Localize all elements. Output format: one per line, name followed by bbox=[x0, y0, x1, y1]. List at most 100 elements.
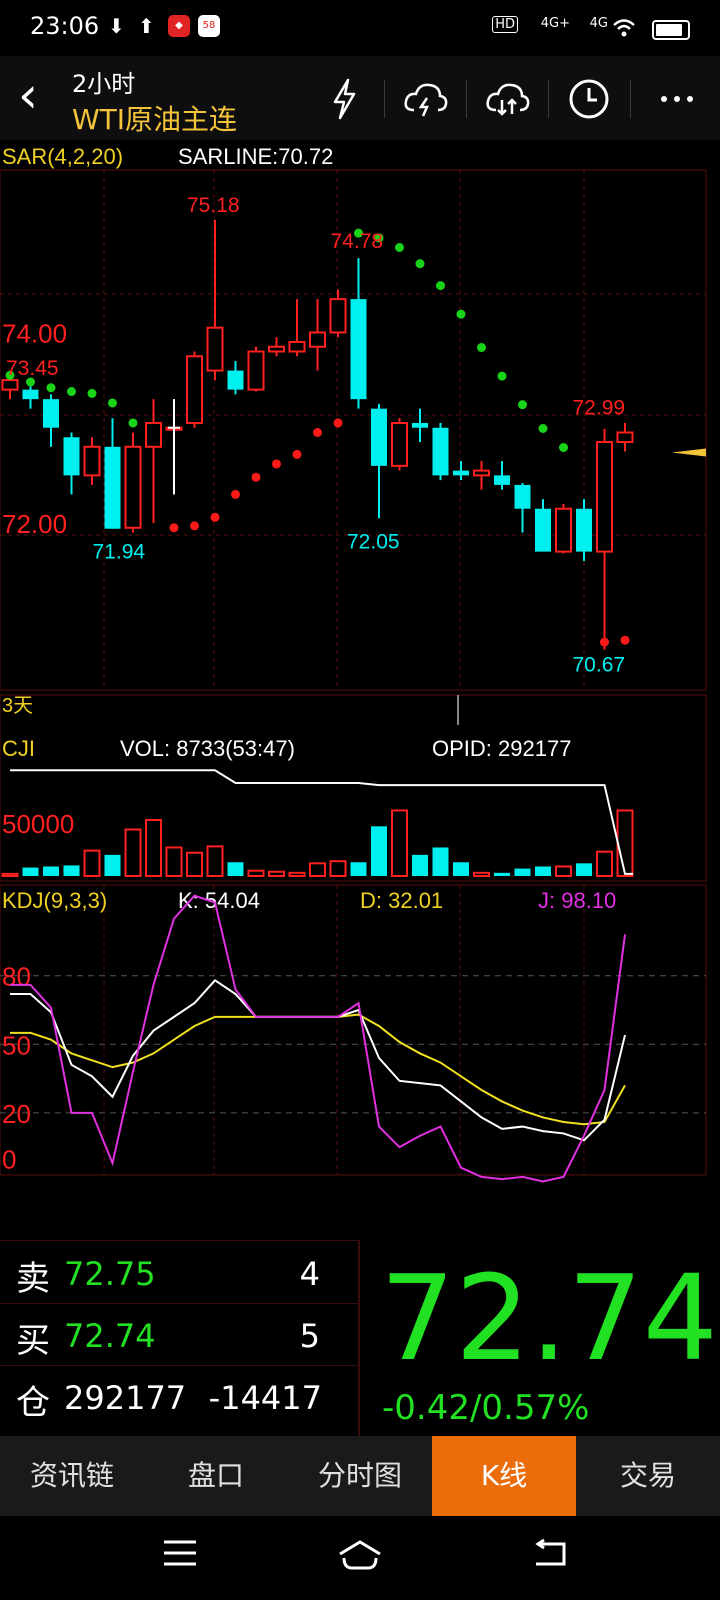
volume-bar bbox=[596, 850, 613, 878]
volume-bar bbox=[453, 862, 469, 876]
sar-dot bbox=[108, 398, 117, 408]
volume-bar bbox=[494, 872, 510, 876]
candle-body bbox=[555, 507, 572, 553]
header: ‹ 2小时 WTI原油主连 bbox=[0, 56, 720, 140]
sar-dot bbox=[436, 281, 445, 291]
kdj-tick-label: 0 bbox=[2, 1145, 16, 1175]
candle-body bbox=[145, 421, 162, 448]
sar-dot bbox=[46, 383, 56, 393]
sar-dot bbox=[210, 512, 220, 522]
candle-body bbox=[247, 350, 265, 391]
sar-dot bbox=[190, 521, 199, 531]
sar-dot bbox=[128, 418, 138, 428]
candle-body bbox=[186, 355, 203, 424]
volume-bar bbox=[227, 862, 244, 876]
ask-label: 卖 bbox=[16, 1259, 50, 1299]
volume-bar bbox=[165, 846, 183, 878]
menu-icon[interactable] bbox=[162, 1538, 198, 1568]
volume-bar bbox=[104, 854, 121, 876]
panel-divider bbox=[358, 1240, 360, 1436]
back-button[interactable]: ‹ bbox=[18, 70, 38, 120]
volume-bar bbox=[206, 845, 224, 878]
price-change: -0.42/0.57% bbox=[382, 1388, 590, 1428]
home-icon[interactable] bbox=[336, 1538, 384, 1572]
period-label: 2小时 bbox=[72, 70, 136, 98]
volume-bar bbox=[473, 871, 490, 877]
volume-bar bbox=[43, 866, 59, 876]
tab-orderbook[interactable]: 盘口 bbox=[144, 1436, 288, 1516]
vol-label: VOL: 8733(53:47) bbox=[120, 736, 295, 761]
system-nav-bar bbox=[0, 1516, 720, 1600]
candle-body bbox=[104, 446, 121, 529]
volume-bar bbox=[576, 863, 592, 876]
volume-bar bbox=[145, 818, 162, 878]
k-line bbox=[10, 978, 626, 1142]
tab-trade[interactable]: 交易 bbox=[576, 1436, 720, 1516]
cloud-lightning-icon[interactable] bbox=[400, 74, 450, 124]
cloud-sync-icon[interactable] bbox=[482, 74, 532, 124]
d-value-label: D: 32.01 bbox=[360, 888, 443, 913]
candle-body bbox=[412, 422, 428, 428]
back-nav-icon[interactable] bbox=[530, 1538, 570, 1570]
volume-bar bbox=[1, 872, 19, 878]
sar-dot bbox=[292, 449, 302, 459]
candle-body bbox=[473, 469, 490, 477]
sar-dot bbox=[395, 242, 404, 252]
volume-bar bbox=[22, 867, 39, 876]
volume-bar bbox=[63, 865, 80, 876]
candle-body bbox=[350, 299, 367, 400]
oi-change: -14417 bbox=[208, 1379, 322, 1417]
candle-body bbox=[43, 399, 59, 428]
quote-panel: 卖 72.75 4 买 72.74 5 仓 292177 -14417 72.7… bbox=[0, 1240, 720, 1436]
tab-news[interactable]: 资讯链 bbox=[0, 1436, 144, 1516]
bid-label: 买 bbox=[16, 1321, 50, 1361]
candle-body bbox=[432, 427, 449, 476]
app-notification-icon: ◆ bbox=[168, 15, 190, 37]
signal-4gplus-icon: 4G+ bbox=[540, 16, 570, 31]
opid-line bbox=[10, 769, 633, 875]
ask-volume: 4 bbox=[299, 1255, 320, 1293]
candle-body bbox=[514, 484, 531, 509]
lightning-icon[interactable] bbox=[320, 74, 370, 124]
sar-dot bbox=[497, 371, 507, 381]
sar-dot bbox=[620, 635, 630, 645]
volume-bar bbox=[350, 862, 367, 876]
more-icon[interactable] bbox=[652, 74, 702, 124]
volume-bar bbox=[555, 865, 572, 878]
sar-dot bbox=[477, 343, 486, 353]
header-separator bbox=[630, 80, 631, 118]
sar-dot bbox=[313, 428, 322, 437]
kdj-tick-label: 50 bbox=[2, 1030, 31, 1060]
sar-dot bbox=[333, 418, 343, 428]
candle-body bbox=[391, 421, 408, 467]
ask-row: 卖 72.75 4 bbox=[0, 1241, 360, 1304]
download-icon: ⬇ bbox=[108, 14, 125, 38]
price-tick-label: 72.00 bbox=[2, 509, 67, 539]
volume-bar bbox=[514, 868, 531, 876]
candle-body bbox=[309, 331, 326, 348]
ask-price: 72.75 bbox=[64, 1255, 156, 1293]
volume-bar bbox=[288, 871, 306, 877]
sar-label: SAR(4,2,20) bbox=[2, 144, 123, 169]
header-separator bbox=[466, 80, 467, 118]
bid-price: 72.74 bbox=[64, 1317, 156, 1355]
kdj-label: KDJ(9,3,3) bbox=[2, 888, 107, 913]
volume-bar bbox=[535, 866, 551, 876]
clock-icon[interactable] bbox=[564, 74, 614, 124]
volume-bar bbox=[309, 862, 326, 877]
volume-tick-label: 50000 bbox=[2, 809, 74, 839]
kdj-panel-frame bbox=[0, 884, 707, 1176]
clock: 23:06 bbox=[30, 12, 100, 40]
open-interest-row: 仓 292177 -14417 bbox=[0, 1365, 360, 1427]
bid-volume: 5 bbox=[299, 1317, 320, 1355]
tab-timeshare[interactable]: 分时图 bbox=[288, 1436, 432, 1516]
price-annotation: 73.45 bbox=[6, 357, 59, 380]
sar-dot bbox=[169, 523, 179, 533]
app58-notification-icon: 58 bbox=[198, 15, 220, 37]
bottom-tabs: 资讯链 盘口 分时图 K线 交易 bbox=[0, 1436, 720, 1516]
tab-kline[interactable]: K线 bbox=[432, 1436, 576, 1516]
kline-chart[interactable]: SAR(4,2,20) SARLINE:70.72 74.00 72.00 73.… bbox=[0, 140, 720, 1190]
bid-row: 买 72.74 5 bbox=[0, 1303, 360, 1366]
volume-bar bbox=[268, 870, 285, 877]
candle-body bbox=[268, 345, 285, 353]
